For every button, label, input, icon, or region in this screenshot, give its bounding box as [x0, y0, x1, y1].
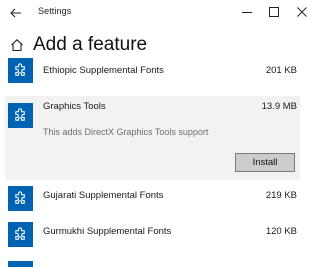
feature-name: Ethiopic Supplemental Fonts: [43, 65, 164, 76]
settings-window: Settings Add a feature Ethiopic Suppleme…: [0, 0, 320, 267]
feature-list: Ethiopic Supplemental Fonts 201 KB Graph…: [0, 58, 320, 267]
minimize-button[interactable]: [236, 3, 258, 21]
feature-size: 219 KB: [265, 190, 297, 201]
maximize-button[interactable]: [263, 3, 285, 21]
maximize-icon: [269, 7, 279, 17]
puzzle-icon: [8, 261, 33, 267]
list-item[interactable]: Gujarati Supplemental Fonts 219 KB: [5, 186, 300, 214]
minimize-icon: [242, 12, 252, 13]
feature-name: Graphics Tools: [43, 101, 106, 112]
list-item[interactable]: Ethiopic Supplemental Fonts 201 KB: [5, 58, 300, 84]
feature-size: 201 KB: [265, 65, 297, 76]
puzzle-icon: [8, 58, 33, 83]
feature-size: 13.9 MB: [261, 101, 297, 112]
window-title: Settings: [38, 6, 72, 16]
back-button[interactable]: [7, 4, 25, 22]
puzzle-icon: [8, 186, 33, 211]
feature-name: Gujarati Supplemental Fonts: [43, 190, 164, 201]
title-bar: Settings: [0, 0, 320, 26]
puzzle-icon: [8, 222, 33, 247]
feature-name: Gurmukhi Supplemental Fonts: [43, 226, 172, 237]
close-button[interactable]: [291, 3, 313, 21]
puzzle-icon: [8, 103, 33, 128]
list-item-expanded[interactable]: Graphics Tools 13.9 MB This adds DirectX…: [5, 96, 300, 180]
feature-description: This adds DirectX Graphics Tools support: [43, 127, 209, 137]
close-icon: [297, 7, 307, 17]
list-item[interactable]: Gurmukhi Supplemental Fonts 120 KB: [5, 222, 300, 250]
list-item-partial[interactable]: [5, 261, 300, 267]
page-title: Add a feature: [33, 34, 148, 55]
feature-size: 120 KB: [265, 226, 297, 237]
install-button[interactable]: Install: [235, 153, 295, 172]
home-icon[interactable]: [10, 38, 24, 52]
back-arrow-icon: [10, 8, 21, 18]
